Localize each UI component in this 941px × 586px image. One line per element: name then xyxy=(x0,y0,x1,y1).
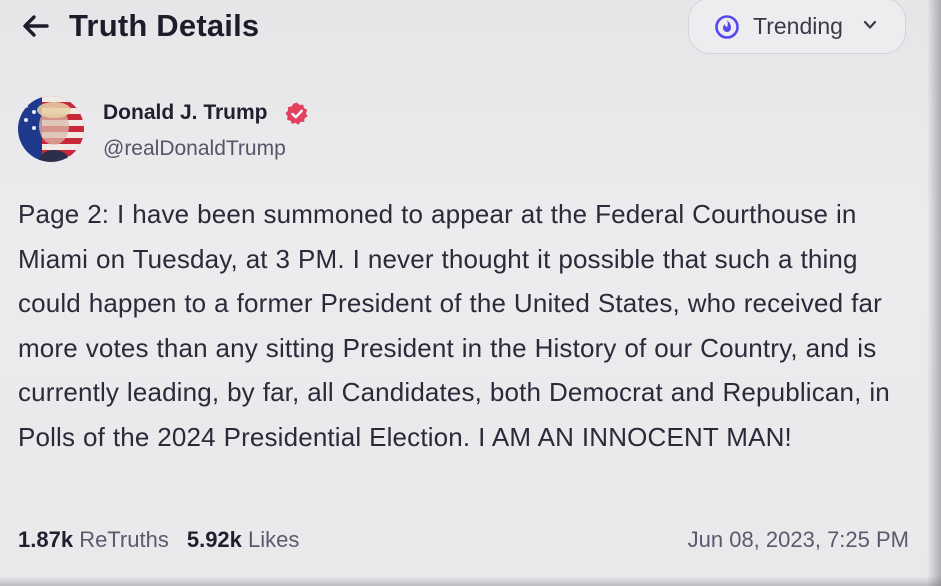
post-stats: 1.87k ReTruths 5.92k Likes xyxy=(18,523,299,557)
feed-selector-dropdown[interactable]: Trending xyxy=(688,0,906,54)
arrow-left-icon xyxy=(23,15,49,37)
verified-badge-icon xyxy=(285,102,308,125)
likes-count: 5.92k xyxy=(186,527,242,552)
back-button[interactable] xyxy=(16,6,56,46)
header: Truth Details Trending xyxy=(0,0,941,60)
post-timestamp: Jun 08, 2023, 7:25 PM xyxy=(687,527,909,552)
trending-icon xyxy=(715,15,739,39)
author-handle[interactable]: @realDonaldTrump xyxy=(103,134,286,164)
screen-edge-shadow xyxy=(927,0,941,586)
avatar[interactable] xyxy=(18,96,84,162)
retruths-label: ReTruths xyxy=(79,527,169,552)
likes-label: Likes xyxy=(248,527,300,552)
avatar-image xyxy=(18,96,84,162)
likes-stat[interactable]: 5.92k Likes xyxy=(187,527,300,552)
post-text: Page 2: I have been summoned to appear a… xyxy=(18,199,890,452)
screen-bottom-shadow xyxy=(0,576,941,586)
feed-selector-label: Trending xyxy=(753,13,843,39)
retruths-stat[interactable]: 1.87k ReTruths xyxy=(18,527,169,552)
chevron-down-icon xyxy=(863,20,877,29)
author-name[interactable]: Donald J. Trump xyxy=(103,98,268,128)
retruths-count: 1.87k xyxy=(18,527,74,552)
screen: Truth Details Trending Donald J. Trump @… xyxy=(0,0,941,586)
page-title: Truth Details xyxy=(69,8,260,43)
